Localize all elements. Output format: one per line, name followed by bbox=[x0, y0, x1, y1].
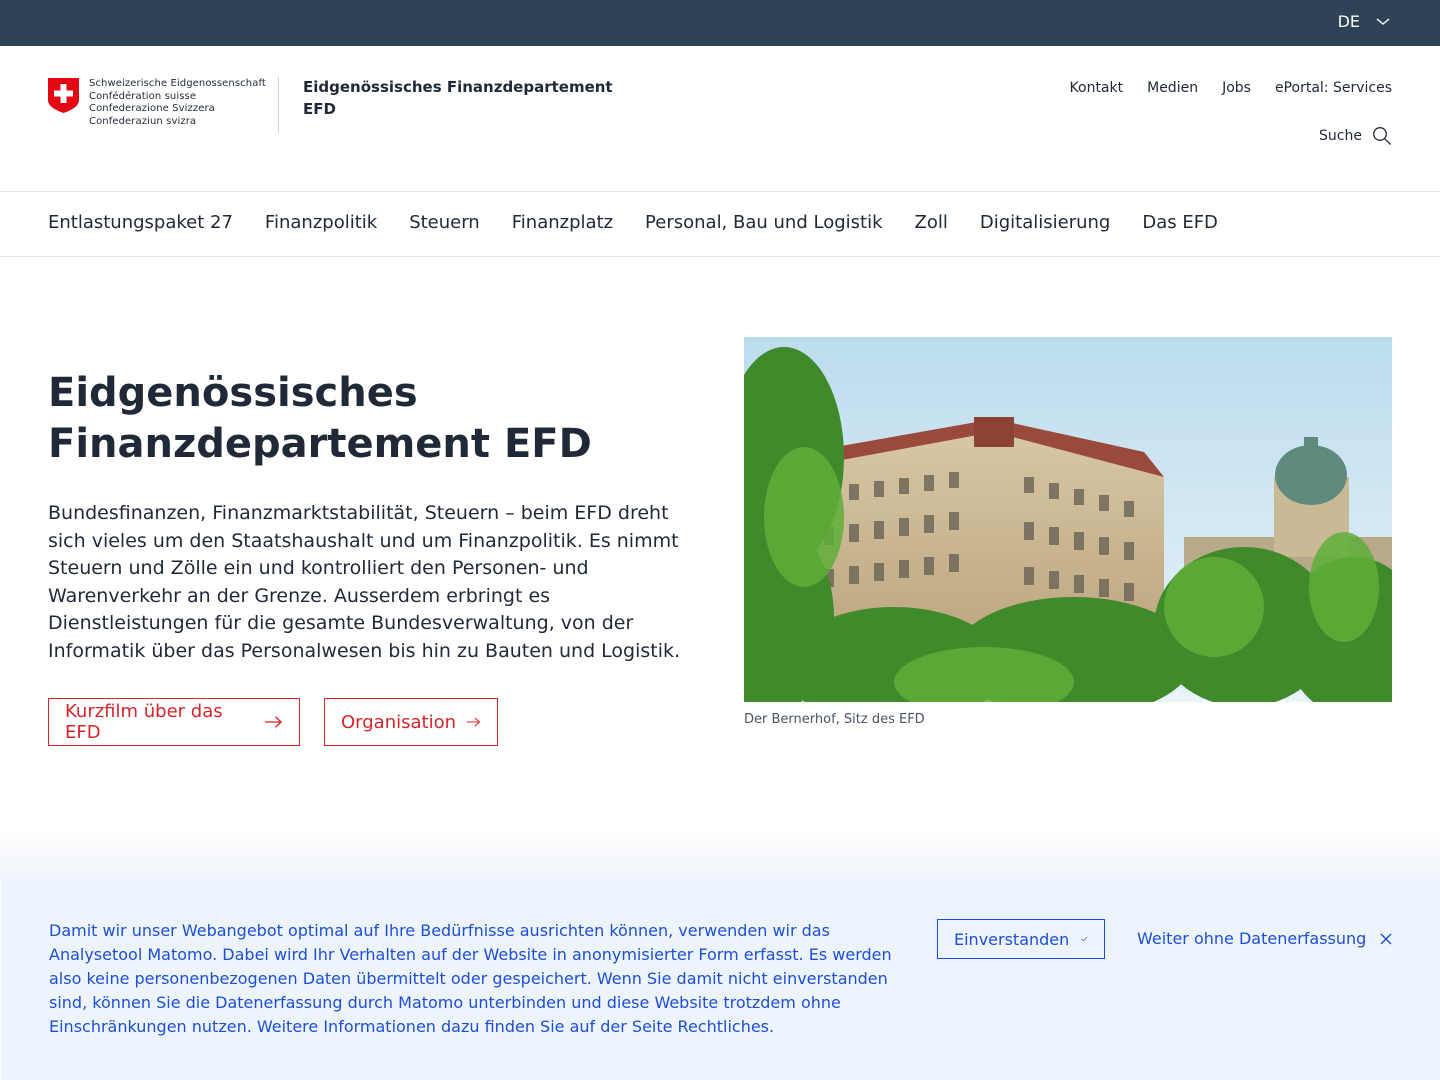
page-title-line: Finanzdepartement EFD bbox=[48, 421, 592, 467]
page-title-line: Eidgenössisches bbox=[48, 370, 418, 416]
chevron-down-icon bbox=[1376, 17, 1390, 25]
cookie-banner: Damit wir unser Webangebot optimal auf I… bbox=[1, 879, 1440, 1080]
organisation-button[interactable]: Organisation bbox=[324, 698, 498, 746]
arrow-right-icon bbox=[466, 717, 481, 727]
search-icon bbox=[1373, 127, 1391, 145]
search-label: Suche bbox=[1319, 128, 1362, 144]
department-name-line: Eidgenössisches Finanzdepartement bbox=[303, 78, 613, 96]
service-nav-jobs[interactable]: Jobs bbox=[1222, 80, 1251, 96]
department-abbreviation: EFD bbox=[303, 100, 336, 118]
close-icon bbox=[1380, 933, 1392, 944]
nav-divider bbox=[0, 256, 1440, 257]
photo-caption: Der Bernerhof, Sitz des EFD bbox=[744, 712, 925, 727]
department-name[interactable]: Eidgenössisches Finanzdepartement EFD bbox=[303, 76, 613, 120]
confederation-logo[interactable]: Schweizerische Eidgenossenschaft Confédé… bbox=[48, 78, 266, 128]
service-nav-medien[interactable]: Medien bbox=[1147, 80, 1198, 96]
top-bar: DE bbox=[0, 0, 1440, 46]
logo-divider bbox=[278, 77, 279, 133]
service-nav-kontakt[interactable]: Kontakt bbox=[1070, 80, 1124, 96]
arrow-right-icon bbox=[264, 716, 283, 728]
short-film-button-label: Kurzfilm über das EFD bbox=[65, 701, 223, 743]
page-title: Eidgenössisches Finanzdepartement EFD bbox=[48, 368, 708, 470]
accept-button[interactable]: Einverstanden bbox=[937, 919, 1105, 959]
service-nav-eportal[interactable]: ePortal: Services bbox=[1275, 80, 1392, 96]
accept-button-label: Einverstanden bbox=[954, 929, 1070, 949]
swiss-flag-icon bbox=[48, 78, 79, 113]
short-film-button[interactable]: Kurzfilm über das EFD bbox=[48, 698, 300, 746]
nav-item-digitalisierung[interactable]: Digitalisierung bbox=[980, 212, 1110, 233]
logo-line: Confederazione Svizzera bbox=[89, 103, 215, 115]
bernerhof-photo bbox=[744, 337, 1392, 702]
decline-button-label: Weiter ohne Datenerfassung bbox=[1137, 929, 1367, 948]
nav-item-zoll[interactable]: Zoll bbox=[915, 212, 948, 233]
language-selector[interactable]: DE bbox=[1338, 12, 1390, 31]
decline-button[interactable]: Weiter ohne Datenerfassung bbox=[1137, 929, 1392, 948]
logo-line: Schweizerische Eidgenossenschaft bbox=[89, 78, 266, 89]
nav-item-entlastungspaket[interactable]: Entlastungspaket 27 bbox=[48, 212, 233, 233]
nav-item-finanzpolitik[interactable]: Finanzpolitik bbox=[265, 212, 377, 233]
logo-line: Confédération suisse bbox=[89, 90, 197, 102]
organisation-button-label: Organisation bbox=[341, 711, 457, 733]
cookie-text: Damit wir unser Webangebot optimal auf I… bbox=[49, 921, 892, 1036]
service-navigation: Kontakt Medien Jobs ePortal: Services bbox=[1070, 80, 1392, 96]
nav-item-das-efd[interactable]: Das EFD bbox=[1142, 212, 1218, 233]
logo-text: Schweizerische Eidgenossenschaft Confédé… bbox=[89, 78, 266, 128]
main-navigation: Entlastungspaket 27 Finanzpolitik Steuer… bbox=[48, 212, 1218, 233]
site-header: Schweizerische Eidgenossenschaft Confédé… bbox=[0, 46, 1440, 192]
nav-item-steuern[interactable]: Steuern bbox=[409, 212, 480, 233]
language-label: DE bbox=[1337, 12, 1360, 31]
logo-line: Confederaziun svizra bbox=[89, 115, 197, 127]
banner-shadow bbox=[0, 830, 1440, 880]
nav-item-finanzplatz[interactable]: Finanzplatz bbox=[512, 212, 613, 233]
intro-text: Bundesfinanzen, Finanzmarktstabilität, S… bbox=[48, 502, 681, 662]
checkmark-icon bbox=[1081, 936, 1088, 942]
nav-item-personal-bau-logistik[interactable]: Personal, Bau und Logistik bbox=[645, 212, 882, 233]
search-button[interactable]: Suche bbox=[1319, 126, 1392, 146]
building-illustration bbox=[744, 337, 1392, 702]
